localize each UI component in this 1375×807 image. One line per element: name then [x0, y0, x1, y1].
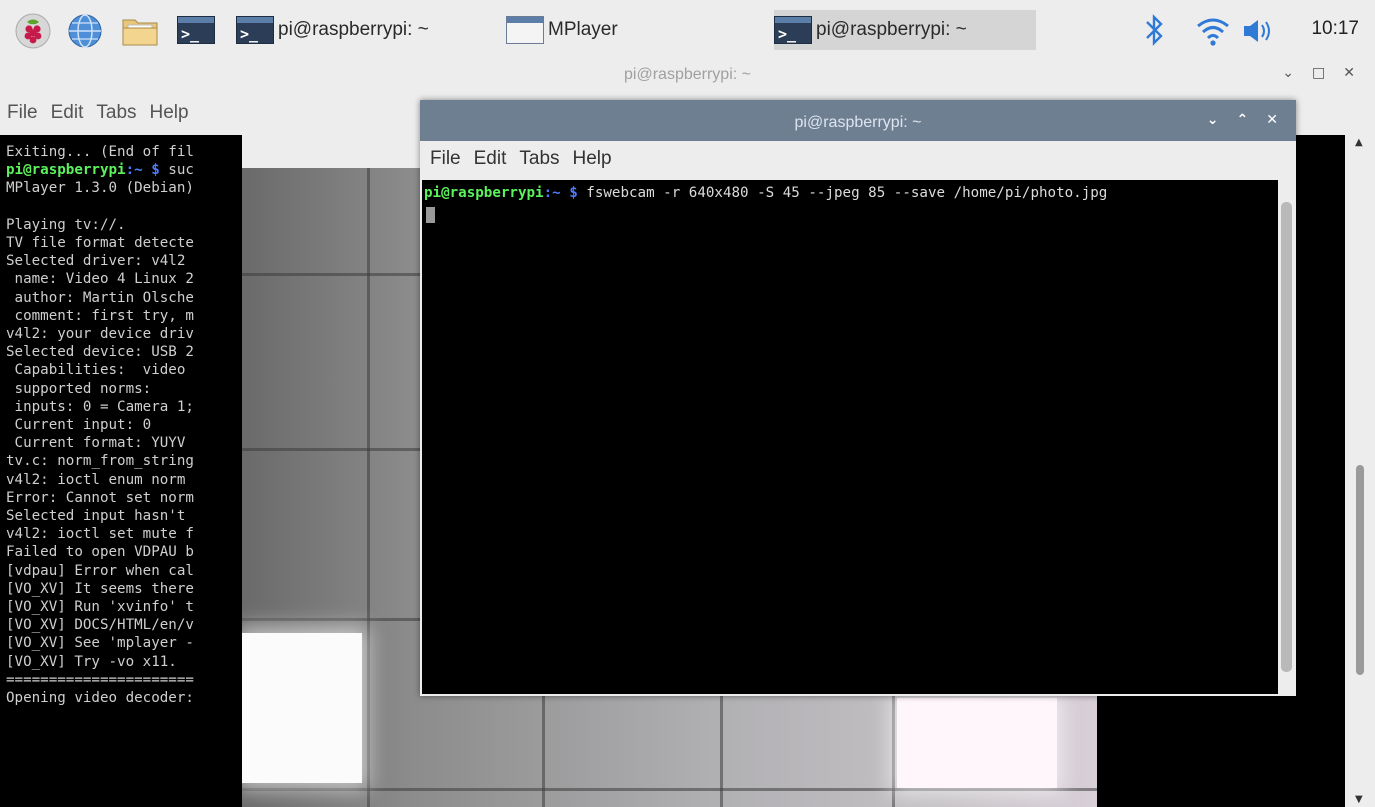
prompt-user: pi@raspberrypi [424, 185, 544, 201]
ceiling-light [242, 633, 362, 783]
terminal-icon: >_ [236, 16, 274, 44]
terminal-line: Selected driver: v4l2 [6, 253, 186, 270]
maximize-icon[interactable]: □ [1312, 65, 1325, 81]
prompt-path: :~ $ [543, 185, 578, 201]
terminal-line: inputs: 0 = Camera 1; [6, 398, 194, 415]
terminal-line: ====================== [6, 671, 194, 688]
menu-help[interactable]: Help [573, 148, 612, 170]
menu-tabs[interactable]: Tabs [519, 148, 559, 170]
terminal-line: supported norms: [6, 380, 152, 397]
task-label: pi@raspberrypi: ~ [278, 19, 429, 40]
front-terminal-scrollbar[interactable] [1278, 180, 1296, 694]
front-terminal-window[interactable]: pi@raspberrypi: ~ ⌄ ⌃ ✕ File Edit Tabs H… [420, 100, 1296, 696]
menu-help[interactable]: Help [150, 102, 189, 124]
task-mplayer[interactable]: MPlayer [506, 10, 746, 50]
menu-edit[interactable]: Edit [51, 102, 84, 124]
terminal-line: name: Video 4 Linux 2 [6, 271, 194, 288]
terminal-line: [VO_XV] It seems there [6, 580, 194, 597]
front-terminal-titlebar[interactable]: pi@raspberrypi: ~ ⌄ ⌃ ✕ [420, 100, 1296, 141]
scrollbar-thumb[interactable] [1281, 202, 1292, 672]
terminal-line: [VO_XV] Run 'xvinfo' t [6, 599, 194, 616]
terminal-line: Error: Cannot set norm [6, 489, 194, 506]
terminal-line: v4l2: your device driv [6, 326, 194, 343]
menu-tabs[interactable]: Tabs [96, 102, 136, 124]
scroll-up-icon[interactable]: ▲ [1355, 137, 1363, 148]
terminal-line: tv.c: norm_from_string [6, 453, 194, 470]
scroll-down-icon[interactable]: ▼ [1355, 794, 1363, 805]
menu-file[interactable]: File [430, 148, 461, 170]
back-terminal-titlebar[interactable]: pi@raspberrypi: ~ ⌄ □ ✕ [0, 60, 1375, 90]
clock[interactable]: 10:17 [1311, 18, 1359, 40]
terminal-line: Capabilities: video [6, 362, 186, 379]
terminal-line: author: Martin Olsche [6, 289, 194, 306]
terminal-line: comment: first try, m [6, 307, 194, 324]
front-terminal-output[interactable]: pi@raspberrypi:~ $ fswebcam -r 640x480 -… [422, 180, 1278, 694]
terminal-line: Failed to open VDPAU b [6, 544, 194, 561]
task-label: MPlayer [548, 19, 618, 40]
terminal-line: Selected device: USB 2 [6, 344, 194, 361]
text-cursor [426, 207, 435, 223]
taskbar: >_ >_ pi@raspberrypi: ~ MPlayer >_ pi@ra… [0, 0, 1375, 60]
terminal-line: MPlayer 1.3.0 (Debian) [6, 180, 194, 197]
close-icon[interactable]: ✕ [1266, 112, 1278, 128]
maximize-icon[interactable]: ⌃ [1237, 112, 1249, 128]
task-terminal-1[interactable]: >_ pi@raspberrypi: ~ [236, 10, 476, 50]
prompt-command: suc [159, 162, 194, 179]
terminal-lines: MPlayer 1.3.0 (Debian) Playing tv://. TV… [6, 180, 194, 706]
command-text: fswebcam -r 640x480 -S 45 --jpeg 85 --sa… [577, 185, 1108, 201]
ceiling-light [897, 698, 1057, 788]
prompt-user: pi@raspberrypi [6, 162, 126, 179]
wifi-icon[interactable] [1194, 12, 1232, 50]
terminal-line: v4l2: ioctl enum norm [6, 471, 186, 488]
window-title: pi@raspberrypi: ~ [794, 114, 922, 131]
menu-file[interactable]: File [7, 102, 38, 124]
terminal-line: [VO_XV] See 'mplayer - [6, 635, 194, 652]
minimize-icon[interactable]: ⌄ [1207, 112, 1219, 128]
terminal-line: TV file format detecte [6, 235, 194, 252]
volume-icon[interactable] [1240, 12, 1278, 50]
window-title: pi@raspberrypi: ~ [624, 66, 751, 83]
terminal-line: v4l2: ioctl set mute f [6, 526, 194, 543]
terminal-line: [VO_XV] DOCS/HTML/en/v [6, 617, 194, 634]
terminal-icon: >_ [774, 16, 812, 44]
minimize-icon[interactable]: ⌄ [1282, 65, 1294, 81]
prompt-path: :~ $ [125, 162, 160, 179]
terminal-line: Selected input hasn't [6, 508, 186, 525]
task-label: pi@raspberrypi: ~ [816, 19, 967, 40]
web-browser-icon[interactable] [66, 12, 104, 50]
terminal-line: Current format: YUYV [6, 435, 186, 452]
front-terminal-menubar: File Edit Tabs Help [430, 148, 625, 170]
terminal-line: [VO_XV] Try -vo x11. [6, 653, 177, 670]
terminal-line: Playing tv://. [6, 216, 126, 233]
window-icon [506, 16, 544, 44]
command-line: pi@raspberrypi:~ $ fswebcam -r 640x480 -… [424, 184, 1107, 202]
back-terminal-scrollbar[interactable]: ▲ ▼ [1345, 135, 1375, 807]
terminal-line: Opening video decoder: [6, 690, 194, 707]
terminal-line: [vdpau] Error when cal [6, 562, 194, 579]
file-manager-icon[interactable] [120, 12, 158, 50]
close-icon[interactable]: ✕ [1343, 65, 1355, 81]
terminal-launcher-icon[interactable]: >_ [177, 16, 215, 54]
scrollbar-thumb[interactable] [1356, 465, 1364, 675]
terminal-line: Current input: 0 [6, 417, 152, 434]
task-terminal-2[interactable]: >_ pi@raspberrypi: ~ [774, 10, 1036, 50]
menu-edit[interactable]: Edit [474, 148, 507, 170]
terminal-line: Exiting... (End of fil [6, 144, 194, 160]
raspberry-menu-icon[interactable] [14, 12, 52, 50]
bluetooth-icon[interactable] [1142, 12, 1180, 50]
